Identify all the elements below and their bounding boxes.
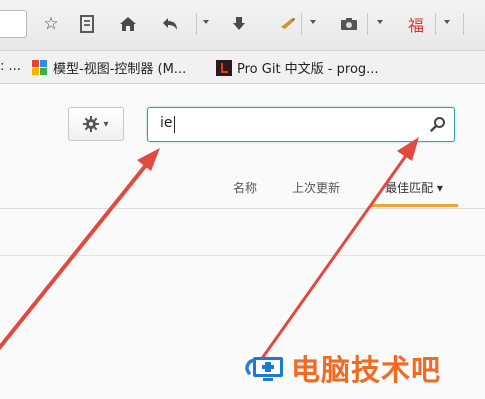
toolbar-separator <box>301 13 302 35</box>
toolbar-separator <box>196 13 197 35</box>
home-icon[interactable] <box>117 13 139 35</box>
extension-dropdown[interactable] <box>310 20 316 24</box>
toolbar-separator <box>367 13 368 35</box>
screenshot-svg <box>341 18 357 30</box>
screenshot-icon[interactable] <box>338 13 360 35</box>
addon-icon[interactable]: 福 <box>405 13 427 35</box>
tab-name[interactable]: 名称 <box>233 179 257 196</box>
tab-best-match[interactable]: 最佳匹配 ▾ <box>370 174 458 207</box>
toolbar-separator <box>435 13 436 35</box>
reading-list-icon[interactable] <box>76 13 98 35</box>
toolbar-separator <box>463 13 464 35</box>
addon-dropdown[interactable] <box>444 20 450 24</box>
chevron-down-icon: ▾ <box>103 118 109 130</box>
download-icon[interactable] <box>228 13 250 35</box>
addon-glyph: 福 <box>407 16 424 35</box>
divider <box>0 255 485 256</box>
watermark-text: 电脑技术吧 <box>291 353 442 387</box>
bookmark-item-progit[interactable]: Pro Git 中文版 - prog... <box>216 58 379 77</box>
divider <box>0 208 485 209</box>
url-bar[interactable] <box>0 10 27 38</box>
colorful-grid-icon <box>32 59 47 75</box>
star-icon[interactable]: ☆ <box>40 13 62 35</box>
red-l-icon <box>216 59 232 76</box>
gear-icon <box>83 116 100 132</box>
back-dropdown[interactable] <box>203 20 209 24</box>
reading-list-svg <box>80 15 94 33</box>
text-cursor <box>174 116 175 133</box>
screenshot-dropdown[interactable] <box>377 20 383 24</box>
tab-last-updated[interactable]: 上次更新 <box>292 179 340 196</box>
bookmarks-overflow[interactable]: : ... <box>0 59 21 74</box>
monitor-logo-icon <box>245 357 283 381</box>
watermark: 电脑技术吧 <box>243 346 441 390</box>
extension-icon[interactable] <box>277 13 299 35</box>
search-icon[interactable] <box>430 116 446 132</box>
bookmark-item-mvc[interactable]: 模型-视图-控制器 (M... <box>32 58 186 77</box>
bookmarks-bar: : ... 模型-视图-控制器 (M... Pro Git 中文版 - prog… <box>0 51 485 84</box>
extension-svg <box>281 18 295 29</box>
search-input[interactable]: ie <box>147 107 455 142</box>
settings-button[interactable]: ▾ <box>68 107 124 141</box>
home-svg <box>120 17 136 31</box>
download-svg <box>233 17 245 30</box>
sort-tabs: 名称 上次更新 最佳匹配 ▾ <box>0 176 485 208</box>
browser-toolbar: ☆ 福 <box>0 0 485 51</box>
back-icon[interactable] <box>160 13 182 35</box>
search-input-value: ie <box>160 115 173 131</box>
back-svg <box>163 18 177 30</box>
star-glyph: ☆ <box>43 14 59 34</box>
bookmark-label: Pro Git 中文版 - prog... <box>237 62 379 77</box>
bookmark-label: 模型-视图-控制器 (M... <box>53 62 187 77</box>
